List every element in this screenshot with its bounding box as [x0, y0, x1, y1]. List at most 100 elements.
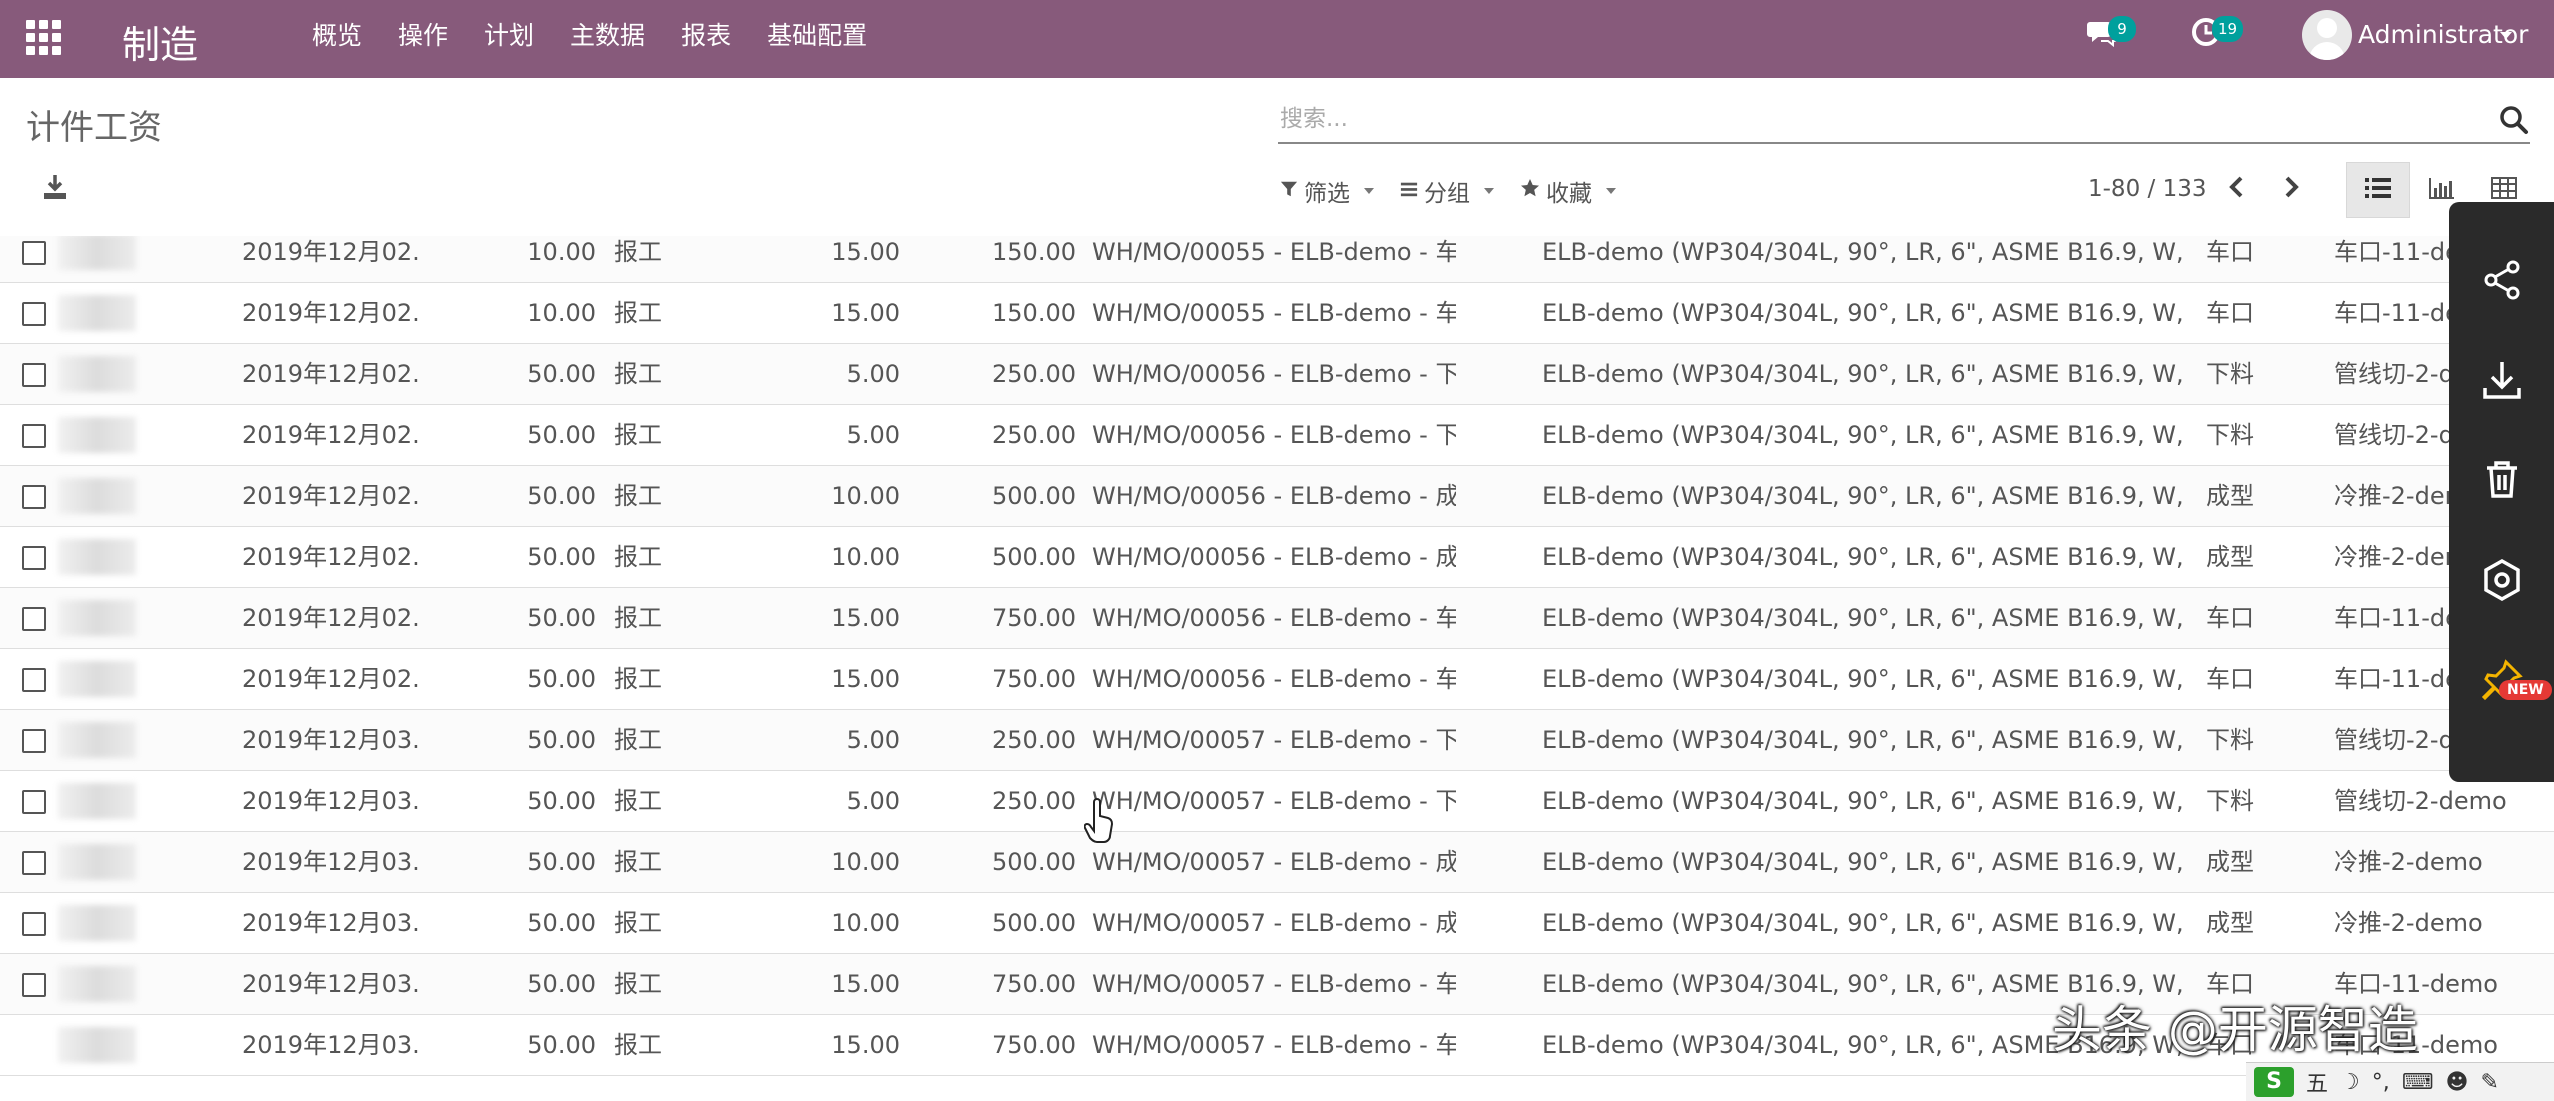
cell-unit-price: 5.00: [846, 360, 900, 388]
group-by-button[interactable]: 分组: [1400, 174, 1494, 208]
table-row[interactable]: 2019年12月03... 50.00 报工 10.00 500.00 WH/M…: [0, 832, 2554, 893]
menu-item-operations[interactable]: 操作: [398, 18, 448, 54]
row-checkbox[interactable]: [22, 485, 46, 509]
table-row[interactable]: 2019年12月02... 10.00 报工 15.00 150.00 WH/M…: [0, 236, 2554, 283]
cell-date: 2019年12月03...: [242, 909, 422, 937]
row-checkbox[interactable]: [22, 424, 46, 448]
row-checkbox[interactable]: [22, 546, 46, 570]
table-row[interactable]: 2019年12月03... 50.00 报工 5.00 250.00 WH/MO…: [0, 771, 2554, 832]
app-name[interactable]: 制造: [122, 14, 198, 69]
table-row[interactable]: 2019年12月02... 50.00 报工 5.00 250.00 WH/MO…: [0, 405, 2554, 466]
cell-type: 报工: [614, 543, 662, 571]
row-checkbox[interactable]: [22, 302, 46, 326]
row-checkbox[interactable]: [22, 973, 46, 997]
row-checkbox[interactable]: [22, 851, 46, 875]
row-checkbox[interactable]: [22, 607, 46, 631]
download-icon[interactable]: [40, 172, 70, 202]
messages-button[interactable]: 9: [2086, 16, 2136, 56]
cell-product: ELB-demo (WP304/304L, 90°, LR, 6", ASME …: [1542, 909, 2184, 937]
cell-quantity: 50.00: [527, 1031, 596, 1059]
activities-count-badge: 19: [2212, 16, 2244, 42]
cell-date: 2019年12月02...: [242, 238, 422, 266]
download-button[interactable]: [2449, 332, 2554, 432]
table-row[interactable]: 2019年12月03... 50.00 报工 5.00 250.00 WH/MO…: [0, 710, 2554, 771]
activities-button[interactable]: 19: [2190, 16, 2244, 56]
employee-avatar-blurred: [58, 966, 136, 1002]
row-checkbox[interactable]: [22, 729, 46, 753]
filter-button[interactable]: 筛选: [1280, 174, 1374, 208]
cell-type: 报工: [614, 848, 662, 876]
cell-amount: 500.00: [992, 909, 1076, 937]
cell-operation: 车口: [2206, 604, 2254, 632]
table-row[interactable]: 2019年12月02... 50.00 报工 5.00 250.00 WH/MO…: [0, 344, 2554, 405]
table-row[interactable]: 2019年12月02... 10.00 报工 15.00 150.00 WH/M…: [0, 283, 2554, 344]
list-view-button[interactable]: [2346, 162, 2410, 218]
cell-amount: 750.00: [992, 604, 1076, 632]
menu-item-configuration[interactable]: 基础配置: [767, 18, 867, 54]
share-button[interactable]: [2449, 232, 2554, 332]
row-checkbox[interactable]: [22, 241, 46, 265]
employee-avatar-blurred: [58, 295, 136, 331]
chevron-right-icon[interactable]: [2276, 172, 2306, 202]
menu-item-master-data[interactable]: 主数据: [570, 18, 645, 54]
cell-amount: 250.00: [992, 421, 1076, 449]
cell-quantity: 10.00: [527, 238, 596, 266]
favorites-button[interactable]: 收藏: [1520, 174, 1616, 208]
menu-item-planning[interactable]: 计划: [484, 18, 534, 54]
punctuation-icon[interactable]: °,: [2372, 1070, 2390, 1095]
cell-workcenter: 冷推-2-demo: [2334, 909, 2483, 937]
watermark: 头条 @开源智造: [2052, 1001, 2418, 1059]
cell-date: 2019年12月03...: [242, 787, 422, 815]
row-checkbox[interactable]: [22, 668, 46, 692]
target-button[interactable]: [2449, 532, 2554, 632]
top-navbar: 制造 概览 操作 计划 主数据 报表 基础配置 9 19 Administrat…: [0, 0, 2554, 78]
cell-quantity: 50.00: [527, 543, 596, 571]
delete-button[interactable]: [2449, 432, 2554, 532]
search-input[interactable]: [1280, 100, 2460, 138]
cell-work-order: WH/MO/00057 - ELB-demo - 车口: [1092, 1031, 1456, 1059]
table-row[interactable]: 2019年12月03... 50.00 报工 10.00 500.00 WH/M…: [0, 893, 2554, 954]
user-icon[interactable]: ☻: [2446, 1070, 2469, 1095]
table-row[interactable]: 2019年12月02... 50.00 报工 10.00 500.00 WH/M…: [0, 527, 2554, 588]
pager-value[interactable]: 1-80 / 133: [2088, 176, 2206, 202]
wrench-icon[interactable]: ✎: [2480, 1070, 2498, 1095]
cell-product: ELB-demo (WP304/304L, 90°, LR, 6", ASME …: [1542, 726, 2184, 754]
employee-avatar-blurred: [58, 236, 136, 270]
cell-amount: 750.00: [992, 1031, 1076, 1059]
chevron-left-icon[interactable]: [2222, 172, 2252, 202]
cell-date: 2019年12月02...: [242, 665, 422, 693]
cell-date: 2019年12月03...: [242, 970, 422, 998]
user-avatar[interactable]: [2302, 10, 2352, 60]
menu-item-reports[interactable]: 报表: [681, 18, 731, 54]
chevron-down-icon: [1606, 188, 1616, 194]
table-row[interactable]: 2019年12月02... 50.00 报工 10.00 500.00 WH/M…: [0, 466, 2554, 527]
employee-avatar-blurred: [58, 600, 136, 636]
row-checkbox[interactable]: [22, 790, 46, 814]
cell-product: ELB-demo (WP304/304L, 90°, LR, 6", ASME …: [1542, 421, 2184, 449]
ime-mode[interactable]: 五: [2306, 1066, 2328, 1098]
row-checkbox[interactable]: [22, 912, 46, 936]
hand-cursor-icon: [1083, 798, 1114, 844]
keyboard-icon[interactable]: ⌨: [2402, 1070, 2434, 1095]
cell-amount: 250.00: [992, 787, 1076, 815]
cell-product: ELB-demo (WP304/304L, 90°, LR, 6", ASME …: [1542, 604, 2184, 632]
cell-date: 2019年12月03...: [242, 848, 422, 876]
ime-logo[interactable]: S: [2254, 1067, 2294, 1097]
cell-unit-price: 5.00: [846, 726, 900, 754]
cell-quantity: 50.00: [527, 665, 596, 693]
cell-operation: 成型: [2206, 909, 2254, 937]
table-row[interactable]: 2019年12月02... 50.00 报工 15.00 750.00 WH/M…: [0, 588, 2554, 649]
apps-grid-icon[interactable]: [24, 18, 61, 55]
table-row[interactable]: 2019年12月02... 50.00 报工 15.00 750.00 WH/M…: [0, 649, 2554, 710]
chevron-down-icon[interactable]: [2500, 32, 2512, 39]
cell-quantity: 50.00: [527, 970, 596, 998]
cell-amount: 150.00: [992, 238, 1076, 266]
search-icon[interactable]: [2498, 104, 2530, 136]
moon-icon[interactable]: ☽: [2340, 1070, 2360, 1095]
row-checkbox[interactable]: [22, 363, 46, 387]
menu-item-overview[interactable]: 概览: [312, 18, 362, 54]
star-icon: [1520, 178, 1540, 204]
employee-avatar-blurred: [58, 478, 136, 514]
cell-quantity: 10.00: [527, 299, 596, 327]
records-list: 2019年12月02... 10.00 报工 15.00 150.00 WH/M…: [0, 236, 2554, 1101]
